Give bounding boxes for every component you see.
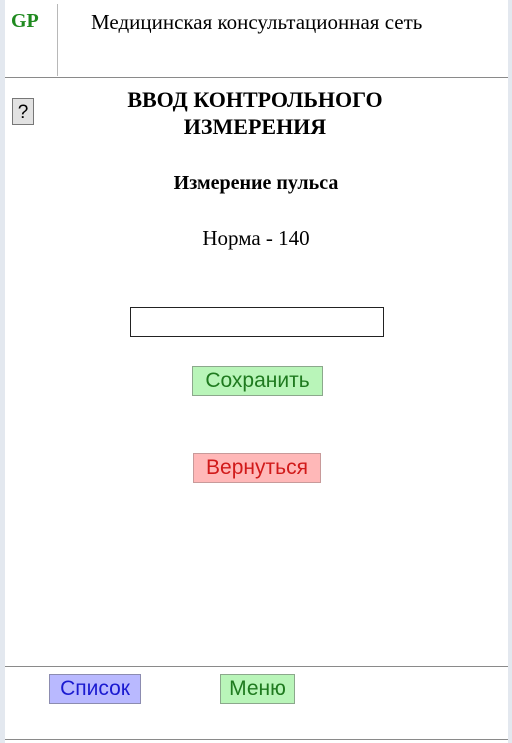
app-title: Медицинская консультационная сеть <box>91 10 423 34</box>
header-divider <box>57 4 58 76</box>
page-title-line-1: ВВОД КОНТРОЛЬНОГО <box>127 87 383 112</box>
norm-value: Норма - 140 <box>202 226 310 250</box>
logo: GP <box>11 10 39 32</box>
window-frame-right <box>508 0 512 743</box>
window-frame-left <box>0 0 5 743</box>
measurement-type: Измерение пульса <box>173 172 339 194</box>
menu-button[interactable]: Меню <box>220 674 295 704</box>
page-title: ВВОД КОНТРОЛЬНОГО ИЗМЕРЕНИЯ <box>60 86 450 140</box>
back-button[interactable]: Вернуться <box>193 453 321 483</box>
list-button[interactable]: Список <box>49 674 141 704</box>
page-title-line-2: ИЗМЕРЕНИЯ <box>183 114 327 139</box>
footer-divider <box>5 666 508 667</box>
save-button[interactable]: Сохранить <box>192 366 323 396</box>
measurement-input[interactable] <box>130 307 384 337</box>
bottom-divider <box>5 739 508 740</box>
help-button[interactable]: ? <box>12 98 34 125</box>
header: GP Медицинская консультационная сеть <box>5 0 508 78</box>
